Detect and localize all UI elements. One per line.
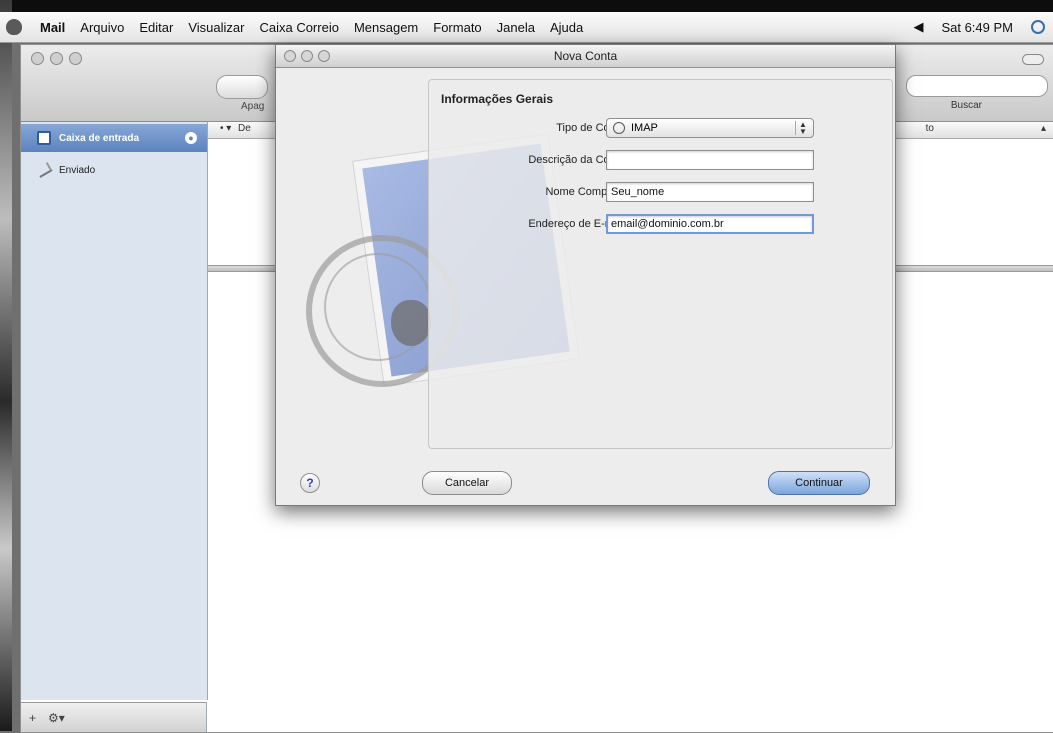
menu-formato[interactable]: Formato (433, 20, 481, 35)
menubar-clock[interactable]: Sat 6:49 PM (941, 20, 1013, 35)
account-form-panel: Informações Gerais Tipo de Conta: IMAP ▲… (428, 79, 893, 449)
apple-menu-icon[interactable] (6, 19, 22, 35)
delete-button[interactable] (216, 75, 268, 99)
action-menu-button[interactable]: ⚙▾ (48, 711, 65, 725)
date-column-header[interactable]: to (926, 123, 934, 134)
apple-logo-icon (391, 300, 431, 346)
dialog-titlebar: Nova Conta (276, 45, 895, 68)
delete-button-label: Apag (241, 101, 265, 112)
sidebar-item-sent[interactable]: Enviado (21, 156, 207, 184)
dialog-title: Nova Conta (553, 49, 618, 63)
sidebar-item-label: Caixa de entrada (59, 132, 140, 144)
window-controls (31, 52, 82, 65)
help-button[interactable]: ? (300, 473, 320, 493)
search-label: Buscar (950, 100, 982, 111)
from-column-header[interactable]: De (238, 123, 251, 134)
toolbar-toggle-button[interactable] (1022, 54, 1044, 65)
menu-janela[interactable]: Janela (497, 20, 535, 35)
section-title: Informações Gerais (441, 92, 554, 106)
close-window-button[interactable] (31, 52, 44, 65)
menu-caixa-correio[interactable]: Caixa Correio (259, 20, 338, 35)
zoom-window-button[interactable] (69, 52, 82, 65)
screen-top-edge (0, 0, 1053, 12)
sort-arrow-icon[interactable]: ▴ (1041, 123, 1046, 134)
globe-icon (613, 122, 625, 134)
description-field[interactable] (606, 150, 814, 170)
new-account-dialog: Nova Conta Informações Gerais Tipo de Co… (275, 44, 896, 506)
menu-editar[interactable]: Editar (139, 20, 173, 35)
spotlight-icon[interactable] (1031, 20, 1045, 34)
menu-ajuda[interactable]: Ajuda (550, 20, 583, 35)
sidebar-bottom-bar: + ⚙▾ (21, 702, 207, 732)
menu-mensagem[interactable]: Mensagem (354, 20, 418, 35)
inbox-status-icon: ● (185, 132, 197, 144)
volume-icon[interactable]: ◀ (913, 19, 923, 35)
menu-arquivo[interactable]: Arquivo (80, 20, 124, 35)
cancel-button[interactable]: Cancelar (422, 471, 512, 495)
search-input[interactable] (906, 75, 1048, 97)
add-mailbox-button[interactable]: + (29, 711, 36, 725)
menu-bar: Mail Arquivo Editar Visualizar Caixa Cor… (0, 12, 1053, 43)
minimize-window-button[interactable] (50, 52, 63, 65)
email-field[interactable]: email@dominio.com.br (606, 214, 814, 234)
full-name-field[interactable]: Seu_nome (606, 182, 814, 202)
status-column-header[interactable]: • ▾ (220, 123, 231, 134)
account-type-value: IMAP (631, 122, 658, 134)
menu-app-mail[interactable]: Mail (40, 20, 65, 35)
sent-icon (35, 162, 53, 178)
sidebar-item-label: Enviado (59, 164, 96, 176)
inbox-icon (37, 131, 51, 145)
menu-visualizar[interactable]: Visualizar (188, 20, 244, 35)
desktop-background (0, 0, 12, 731)
sidebar-item-inbox[interactable]: Caixa de entrada ● (21, 124, 207, 152)
updown-arrows-icon: ▲ ▼ (795, 121, 810, 136)
account-type-select[interactable]: IMAP ▲ ▼ (606, 118, 814, 138)
mailbox-sidebar: Caixa de entrada ● Enviado (21, 122, 208, 700)
continue-button[interactable]: Continuar (768, 471, 870, 495)
